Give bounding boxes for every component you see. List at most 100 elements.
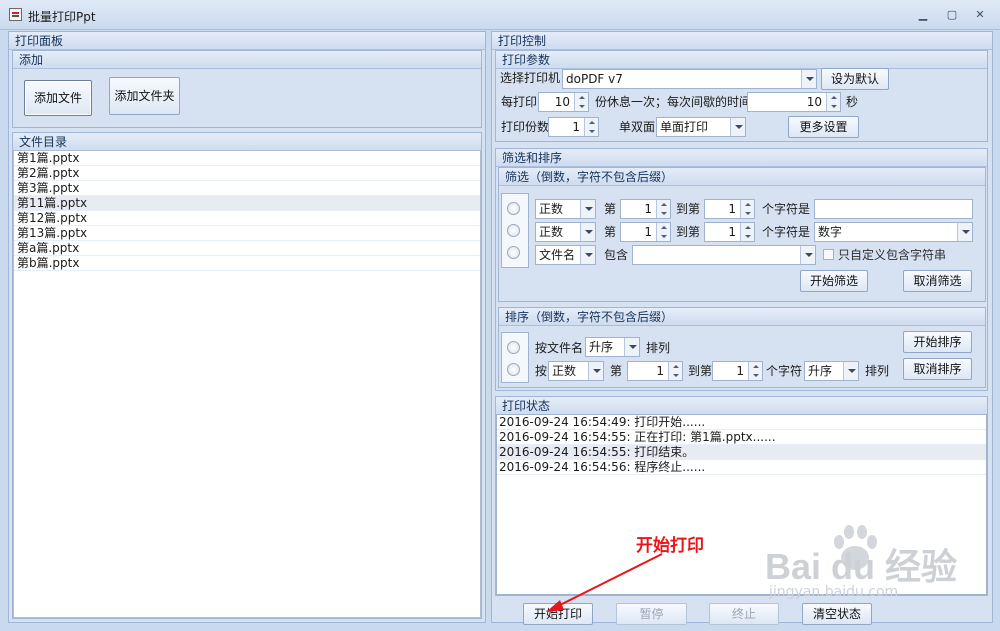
list-item[interactable]: 第2篇.pptx xyxy=(14,166,480,181)
filter-row2-value: 数字 xyxy=(818,225,843,239)
filter-row3-mode: 文件名 xyxy=(539,248,576,262)
copies-value: 1 xyxy=(572,120,580,134)
sort-radio-1[interactable] xyxy=(507,341,520,354)
filter-row2-to: 1 xyxy=(728,225,736,239)
sort-row2-to-stepper[interactable]: 1 xyxy=(712,361,763,381)
close-icon[interactable]: ✕ xyxy=(972,8,988,22)
filter-row2-from-stepper[interactable]: 1 xyxy=(620,222,671,242)
list-item[interactable]: 第3篇.pptx xyxy=(14,181,480,196)
filter-radio-1[interactable] xyxy=(507,202,520,215)
print-status-title: 打印状态 xyxy=(496,397,987,415)
filter-row2-chars-label: 个字符是 xyxy=(762,225,811,239)
per-print-value: 10 xyxy=(554,95,570,109)
seconds-label: 秒 xyxy=(846,95,859,109)
list-item[interactable]: 第b篇.pptx xyxy=(14,256,480,271)
file-list-title: 文件目录 xyxy=(13,133,481,151)
chevron-down-icon xyxy=(624,338,639,356)
filter-row1-from-stepper[interactable]: 1 xyxy=(620,199,671,219)
start-sort-button[interactable]: 开始排序 xyxy=(903,331,972,353)
spin-arrows-icon[interactable] xyxy=(668,362,682,380)
spin-arrows-icon[interactable] xyxy=(656,223,670,241)
minimize-icon[interactable]: ▁ xyxy=(915,8,931,22)
copies-stepper[interactable]: 1 xyxy=(548,117,599,137)
rest-interval-stepper[interactable]: 10 xyxy=(747,92,841,112)
log-line: 2016-09-24 16:54:49: 打印开始...... xyxy=(497,415,986,430)
custom-only-label: 只自定义包含字符串 xyxy=(838,248,947,262)
filter-row1-to: 1 xyxy=(728,202,736,216)
rest-value: 10 xyxy=(806,95,822,109)
filter-row1-to-label: 到第 xyxy=(676,202,701,216)
sort-row1-order-select[interactable]: 升序 xyxy=(585,337,640,357)
sort-row2-to-label: 到第 xyxy=(688,364,713,378)
chevron-down-icon xyxy=(580,246,595,264)
add-folder-button[interactable]: 添加文件夹 xyxy=(109,77,180,115)
filter-row1-to-stepper[interactable]: 1 xyxy=(704,199,755,219)
sort-row2-mode-select[interactable]: 正数 xyxy=(548,361,604,381)
spin-arrows-icon[interactable] xyxy=(656,200,670,218)
file-list[interactable]: 第1篇.pptx 第2篇.pptx 第3篇.pptx 第11篇.pptx 第12… xyxy=(13,150,481,618)
set-default-button[interactable]: 设为默认 xyxy=(821,68,889,90)
filter-radio-2[interactable] xyxy=(507,224,520,237)
filter-row1-from: 1 xyxy=(644,202,652,216)
chevron-down-icon xyxy=(588,362,603,380)
filter-row1-mode: 正数 xyxy=(539,202,564,216)
list-item[interactable]: 第13篇.pptx xyxy=(14,226,480,241)
list-item[interactable]: 第a篇.pptx xyxy=(14,241,480,256)
filter-row3-contains-label: 包含 xyxy=(604,248,629,262)
log-line: 2016-09-24 16:54:56: 程序终止...... xyxy=(497,460,986,475)
filter-row1-mode-select[interactable]: 正数 xyxy=(535,199,596,219)
spin-arrows-icon[interactable] xyxy=(574,93,588,111)
chevron-down-icon xyxy=(801,70,816,88)
filter-row2-to-stepper[interactable]: 1 xyxy=(704,222,755,242)
spin-arrows-icon[interactable] xyxy=(748,362,762,380)
app-printer-icon xyxy=(9,8,22,21)
add-file-button[interactable]: 添加文件 xyxy=(24,80,92,116)
list-item-selected[interactable]: 第11篇.pptx xyxy=(14,196,480,211)
annotation-arrow xyxy=(546,553,663,612)
duplex-value: 单面打印 xyxy=(660,120,709,134)
printer-select[interactable]: doPDF v7 xyxy=(562,69,817,89)
sort-by-name-label: 按文件名 xyxy=(535,341,584,355)
duplex-select[interactable]: 单面打印 xyxy=(656,117,746,137)
filter-row2-di-label: 第 xyxy=(604,225,617,239)
sort-row2-order-select[interactable]: 升序 xyxy=(804,361,859,381)
spin-arrows-icon[interactable] xyxy=(740,223,754,241)
cancel-filter-button[interactable]: 取消筛选 xyxy=(903,270,972,292)
add-group-title: 添加 xyxy=(13,51,481,69)
chevron-down-icon xyxy=(800,246,815,264)
sort-title: 排序（倒数，字符不包含后缀） xyxy=(499,308,985,326)
baidu-watermark: Bai du 经验 jingyan.baidu.com xyxy=(765,518,985,608)
sort-radio-2[interactable] xyxy=(507,363,520,376)
spin-arrows-icon[interactable] xyxy=(584,118,598,136)
copies-label: 打印份数 xyxy=(501,120,550,134)
list-item[interactable]: 第12篇.pptx xyxy=(14,211,480,226)
sort-row2-to: 1 xyxy=(736,364,744,378)
custom-only-checkbox[interactable] xyxy=(823,249,834,260)
printer-label: 选择打印机 xyxy=(500,71,561,85)
sort-row2-from-stepper[interactable]: 1 xyxy=(627,361,683,381)
filter-row2-mode: 正数 xyxy=(539,225,564,239)
print-panel-title: 打印面板 xyxy=(9,32,485,50)
log-line-selected: 2016-09-24 16:54:55: 打印结束。 xyxy=(497,445,986,460)
list-item[interactable]: 第1篇.pptx xyxy=(14,151,480,166)
filter-row3-mode-select[interactable]: 文件名 xyxy=(535,245,596,265)
spin-arrows-icon[interactable] xyxy=(740,200,754,218)
rest-label: 份休息一次；每次间歇的时间 xyxy=(595,95,752,109)
sort-row2-mode: 正数 xyxy=(552,364,577,378)
log-line: 2016-09-24 16:54:55: 正在打印: 第1篇.pptx.....… xyxy=(497,430,986,445)
more-settings-button[interactable]: 更多设置 xyxy=(788,116,859,138)
start-filter-button[interactable]: 开始筛选 xyxy=(800,270,868,292)
watermark-url: jingyan.baidu.com xyxy=(769,584,899,600)
filter-row2-from: 1 xyxy=(644,225,652,239)
per-print-stepper[interactable]: 10 xyxy=(538,92,589,112)
chevron-down-icon xyxy=(580,223,595,241)
filter-radio-3[interactable] xyxy=(507,246,520,259)
filter-row1-value-input[interactable] xyxy=(814,199,973,219)
filter-row2-mode-select[interactable]: 正数 xyxy=(535,222,596,242)
per-print-label: 每打印 xyxy=(501,95,538,109)
filter-row2-value-select[interactable]: 数字 xyxy=(814,222,973,242)
spin-arrows-icon[interactable] xyxy=(826,93,840,111)
cancel-sort-button[interactable]: 取消排序 xyxy=(903,358,972,380)
filter-row3-value-select[interactable] xyxy=(632,245,816,265)
maximize-icon[interactable]: ▢ xyxy=(944,8,960,22)
